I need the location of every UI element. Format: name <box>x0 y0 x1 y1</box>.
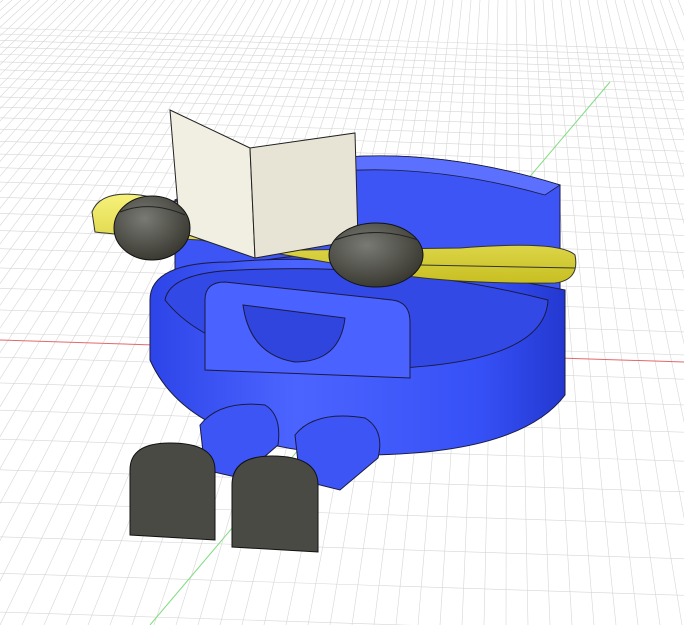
grid-line <box>659 0 684 70</box>
grid-line <box>587 0 684 519</box>
grid-line <box>0 0 31 28</box>
grid-line <box>0 611 412 625</box>
grid-line <box>0 0 76 76</box>
grid-line <box>0 0 67 66</box>
grid-line <box>0 0 40 37</box>
grid-line <box>0 106 684 130</box>
grid-line <box>0 0 4 3</box>
grid-line <box>0 502 684 525</box>
grid-line <box>0 536 684 560</box>
grid-line <box>641 0 684 137</box>
grid-line <box>0 33 684 57</box>
left-foot <box>129 442 216 541</box>
grid-line <box>650 0 684 101</box>
grid-line <box>0 40 684 63</box>
right-foot <box>231 455 319 553</box>
grid-line <box>0 0 130 148</box>
left-hand[interactable] <box>113 195 191 261</box>
grid-line <box>605 0 684 345</box>
grid-line <box>0 573 684 596</box>
grid-line <box>677 0 684 17</box>
grid-line <box>569 0 661 625</box>
viewport-canvas[interactable] <box>0 0 684 625</box>
grid-line <box>0 27 684 51</box>
cad-viewport[interactable] <box>0 0 684 625</box>
grid-line <box>632 0 684 178</box>
grid-line <box>0 0 49 46</box>
grid-line <box>578 0 683 625</box>
grid-line <box>0 0 112 122</box>
grid-line <box>623 0 684 225</box>
grid-line <box>0 78 684 101</box>
book[interactable] <box>169 109 359 259</box>
right-hand[interactable] <box>328 222 424 288</box>
grid-line <box>0 0 58 56</box>
grid-line <box>0 87 684 110</box>
